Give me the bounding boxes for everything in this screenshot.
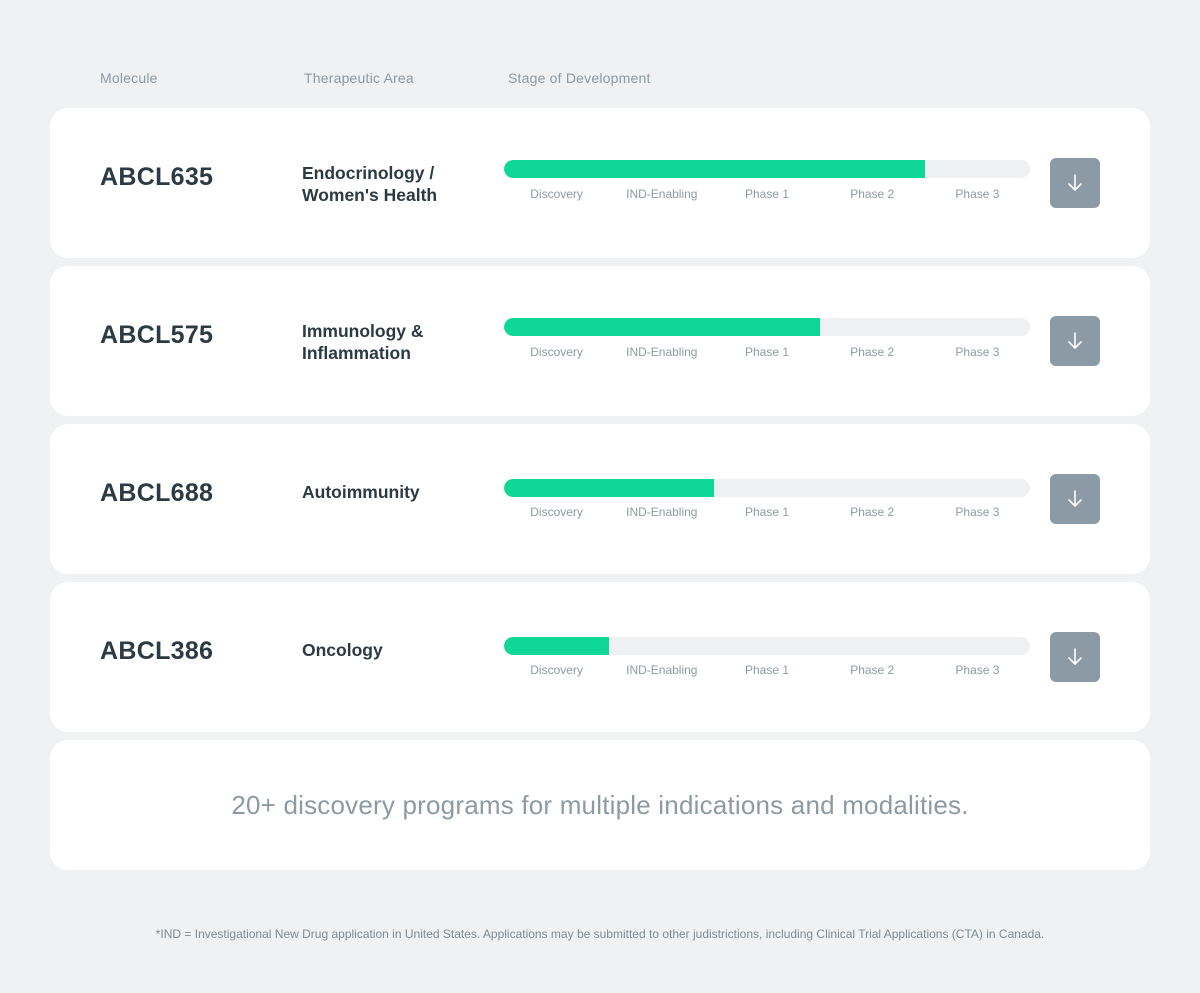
phase-labels: Discovery IND-Enabling Phase 1 Phase 2 P… (504, 663, 1030, 679)
arrow-down-icon (1068, 648, 1082, 665)
header-therapeutic-area: Therapeutic Area (304, 70, 414, 86)
phase-label: IND-Enabling (626, 187, 698, 201)
download-button[interactable] (1050, 158, 1100, 208)
progress-fill (504, 160, 925, 178)
molecule-name: ABCL688 (100, 479, 214, 507)
phase-label: Discovery (530, 663, 583, 677)
download-button[interactable] (1050, 316, 1100, 366)
phase-label: Phase 1 (744, 663, 790, 677)
download-button[interactable] (1050, 474, 1100, 524)
phase-label: Phase 3 (955, 187, 1000, 201)
pipeline-page: Molecule Therapeutic Area Stage of Devel… (0, 0, 1200, 993)
therapeutic-area: Immunology & Inflammation (302, 320, 482, 364)
progress-track (504, 637, 1030, 655)
phase-label: Phase 3 (955, 345, 1000, 359)
phase-label: IND-Enabling (626, 505, 698, 519)
molecule-name: ABCL575 (100, 321, 214, 349)
molecule-name: ABCL386 (100, 637, 214, 665)
therapeutic-area-line: Inflammation (302, 343, 411, 363)
program-card: ABCL575 Immunology & Inflammation Discov… (50, 266, 1150, 416)
program-card: ABCL386 Oncology Discovery IND-Enabling … (50, 582, 1150, 732)
phase-label: IND-Enabling (626, 663, 698, 677)
arrow-down-icon (1068, 174, 1082, 191)
phase-label: Phase 2 (850, 187, 895, 201)
therapeutic-area: Oncology (302, 639, 482, 661)
therapeutic-area-line: Endocrinology / (302, 163, 435, 183)
phase-label: Phase 1 (744, 187, 790, 201)
phase-label: Phase 1 (744, 505, 790, 519)
program-card: ABCL635 Endocrinology / Women's Health D… (50, 108, 1150, 258)
phase-label: Phase 3 (955, 505, 1000, 519)
progress-fill (504, 318, 820, 336)
summary-text: 20+ discovery programs for multiple indi… (231, 789, 969, 820)
header-molecule: Molecule (100, 70, 158, 86)
therapeutic-area-line: Women's Health (302, 185, 438, 205)
summary-card: 20+ discovery programs for multiple indi… (50, 740, 1150, 870)
therapeutic-area: Endocrinology / Women's Health (302, 162, 482, 206)
molecule-name: ABCL635 (100, 163, 214, 191)
phase-label: Phase 3 (955, 663, 1000, 677)
phase-label: Discovery (530, 505, 583, 519)
program-card: ABCL688 Autoimmunity Discovery IND-Enabl… (50, 424, 1150, 574)
phase-label: Phase 2 (850, 663, 895, 677)
download-button[interactable] (1050, 632, 1100, 682)
therapeutic-area-line: Autoimmunity (302, 482, 420, 502)
phase-labels: Discovery IND-Enabling Phase 1 Phase 2 P… (504, 505, 1030, 521)
phase-label: Phase 2 (850, 345, 895, 359)
progress-track (504, 318, 1030, 336)
footnote: *IND = Investigational New Drug applicat… (155, 927, 1045, 941)
header-stage: Stage of Development (508, 70, 651, 86)
therapeutic-area-line: Immunology & (302, 321, 424, 341)
phase-label: Phase 2 (850, 505, 895, 519)
phase-label: Discovery (530, 345, 583, 359)
phase-labels: Discovery IND-Enabling Phase 1 Phase 2 P… (504, 187, 1030, 203)
arrow-down-icon (1068, 332, 1082, 349)
phase-labels: Discovery IND-Enabling Phase 1 Phase 2 P… (504, 345, 1030, 361)
progress-fill (504, 479, 715, 497)
therapeutic-area-line: Oncology (302, 640, 383, 660)
progress-track (504, 479, 1030, 497)
progress-fill (504, 637, 610, 655)
phase-label: Discovery (530, 187, 583, 201)
progress-track (504, 160, 1030, 178)
therapeutic-area: Autoimmunity (302, 481, 482, 503)
phase-label: Phase 1 (744, 345, 790, 359)
phase-label: IND-Enabling (626, 345, 698, 359)
table-header: Molecule Therapeutic Area Stage of Devel… (0, 70, 1200, 90)
arrow-down-icon (1068, 490, 1082, 507)
